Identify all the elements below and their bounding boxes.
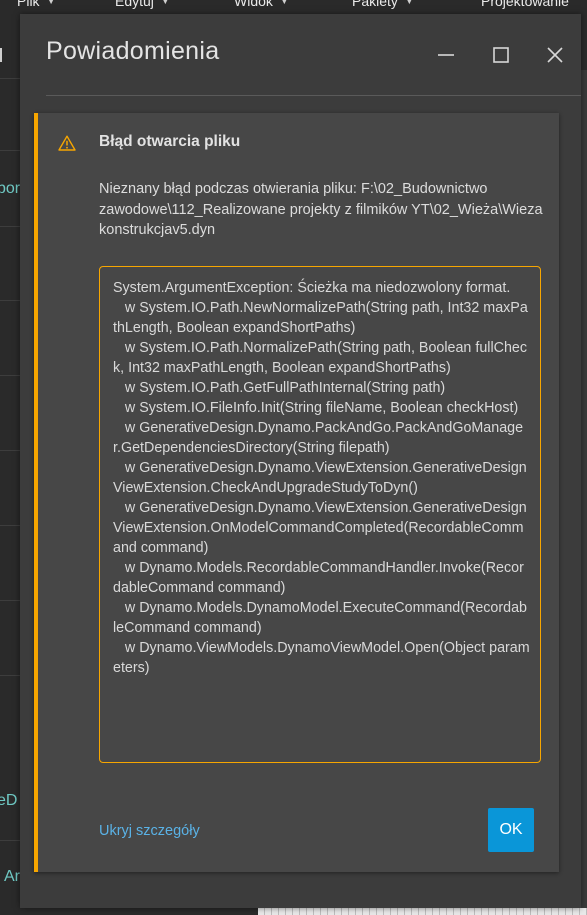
maximize-icon [493,47,509,63]
menu-file[interactable]: Plik ▼ [17,0,55,9]
notification-message: Nieznany błąd podczas otwierania pliku: … [99,181,543,238]
chevron-down-icon: ▼ [161,0,169,6]
close-icon [547,47,563,63]
menu-file-label: Plik [17,0,40,9]
background-library-panel: bor eD Ar [0,10,20,915]
panel-divider [0,840,20,841]
app-menubar: Plik ▼ Edytuj ▼ Widok ▼ Pakiety ▼ Projektowa… [0,0,587,10]
maximize-button[interactable] [486,40,516,70]
menu-view[interactable]: Widok ▼ [234,0,288,9]
panel-divider [0,450,20,451]
notification-title: Błąd otwarcia pliku [99,133,241,150]
background-canvas-grid [258,908,587,915]
chevron-down-icon: ▼ [47,0,55,6]
minimize-button[interactable] [431,40,461,70]
menu-design-label: Projektowanie [481,0,569,9]
panel-edge-mark [0,48,2,62]
dialog-title: Powiadomienia [46,37,220,65]
hide-details-link[interactable]: Ukryj szczegóły [99,823,200,839]
warning-icon [58,135,76,151]
panel-divider [0,226,20,227]
error-details-box: System.ArgumentException: Ścieżka ma nie… [99,266,541,763]
menu-packages-label: Pakiety [352,0,398,9]
title-divider [46,95,581,96]
panel-divider [0,375,20,376]
close-button[interactable] [540,40,570,70]
notification-card: Błąd otwarcia pliku Nieznany błąd podcza… [34,113,559,872]
panel-item-fragment[interactable]: bor [0,180,20,198]
menu-edit-label: Edytuj [115,0,154,9]
panel-item-fragment[interactable]: Ar [4,868,20,886]
panel-divider [0,150,20,151]
panel-divider [0,300,20,301]
panel-divider [0,600,20,601]
panel-divider [0,525,20,526]
background-canvas-edge [581,70,587,915]
menu-view-label: Widok [234,0,273,9]
menu-design[interactable]: Projektowanie [481,0,569,9]
menu-packages[interactable]: Pakiety ▼ [352,0,413,9]
error-details-text: System.ArgumentException: Ścieżka ma nie… [113,280,530,676]
menu-edit[interactable]: Edytuj ▼ [115,0,169,9]
panel-divider [0,78,20,79]
panel-divider [0,675,20,676]
chevron-down-icon: ▼ [405,0,413,6]
panel-item-fragment[interactable]: eD [0,792,17,810]
minimize-icon [438,54,454,56]
notifications-dialog: Powiadomienia Błąd otwarcia pliku Niezna… [20,14,581,908]
ok-button[interactable]: OK [488,808,534,852]
chevron-down-icon: ▼ [280,0,288,6]
